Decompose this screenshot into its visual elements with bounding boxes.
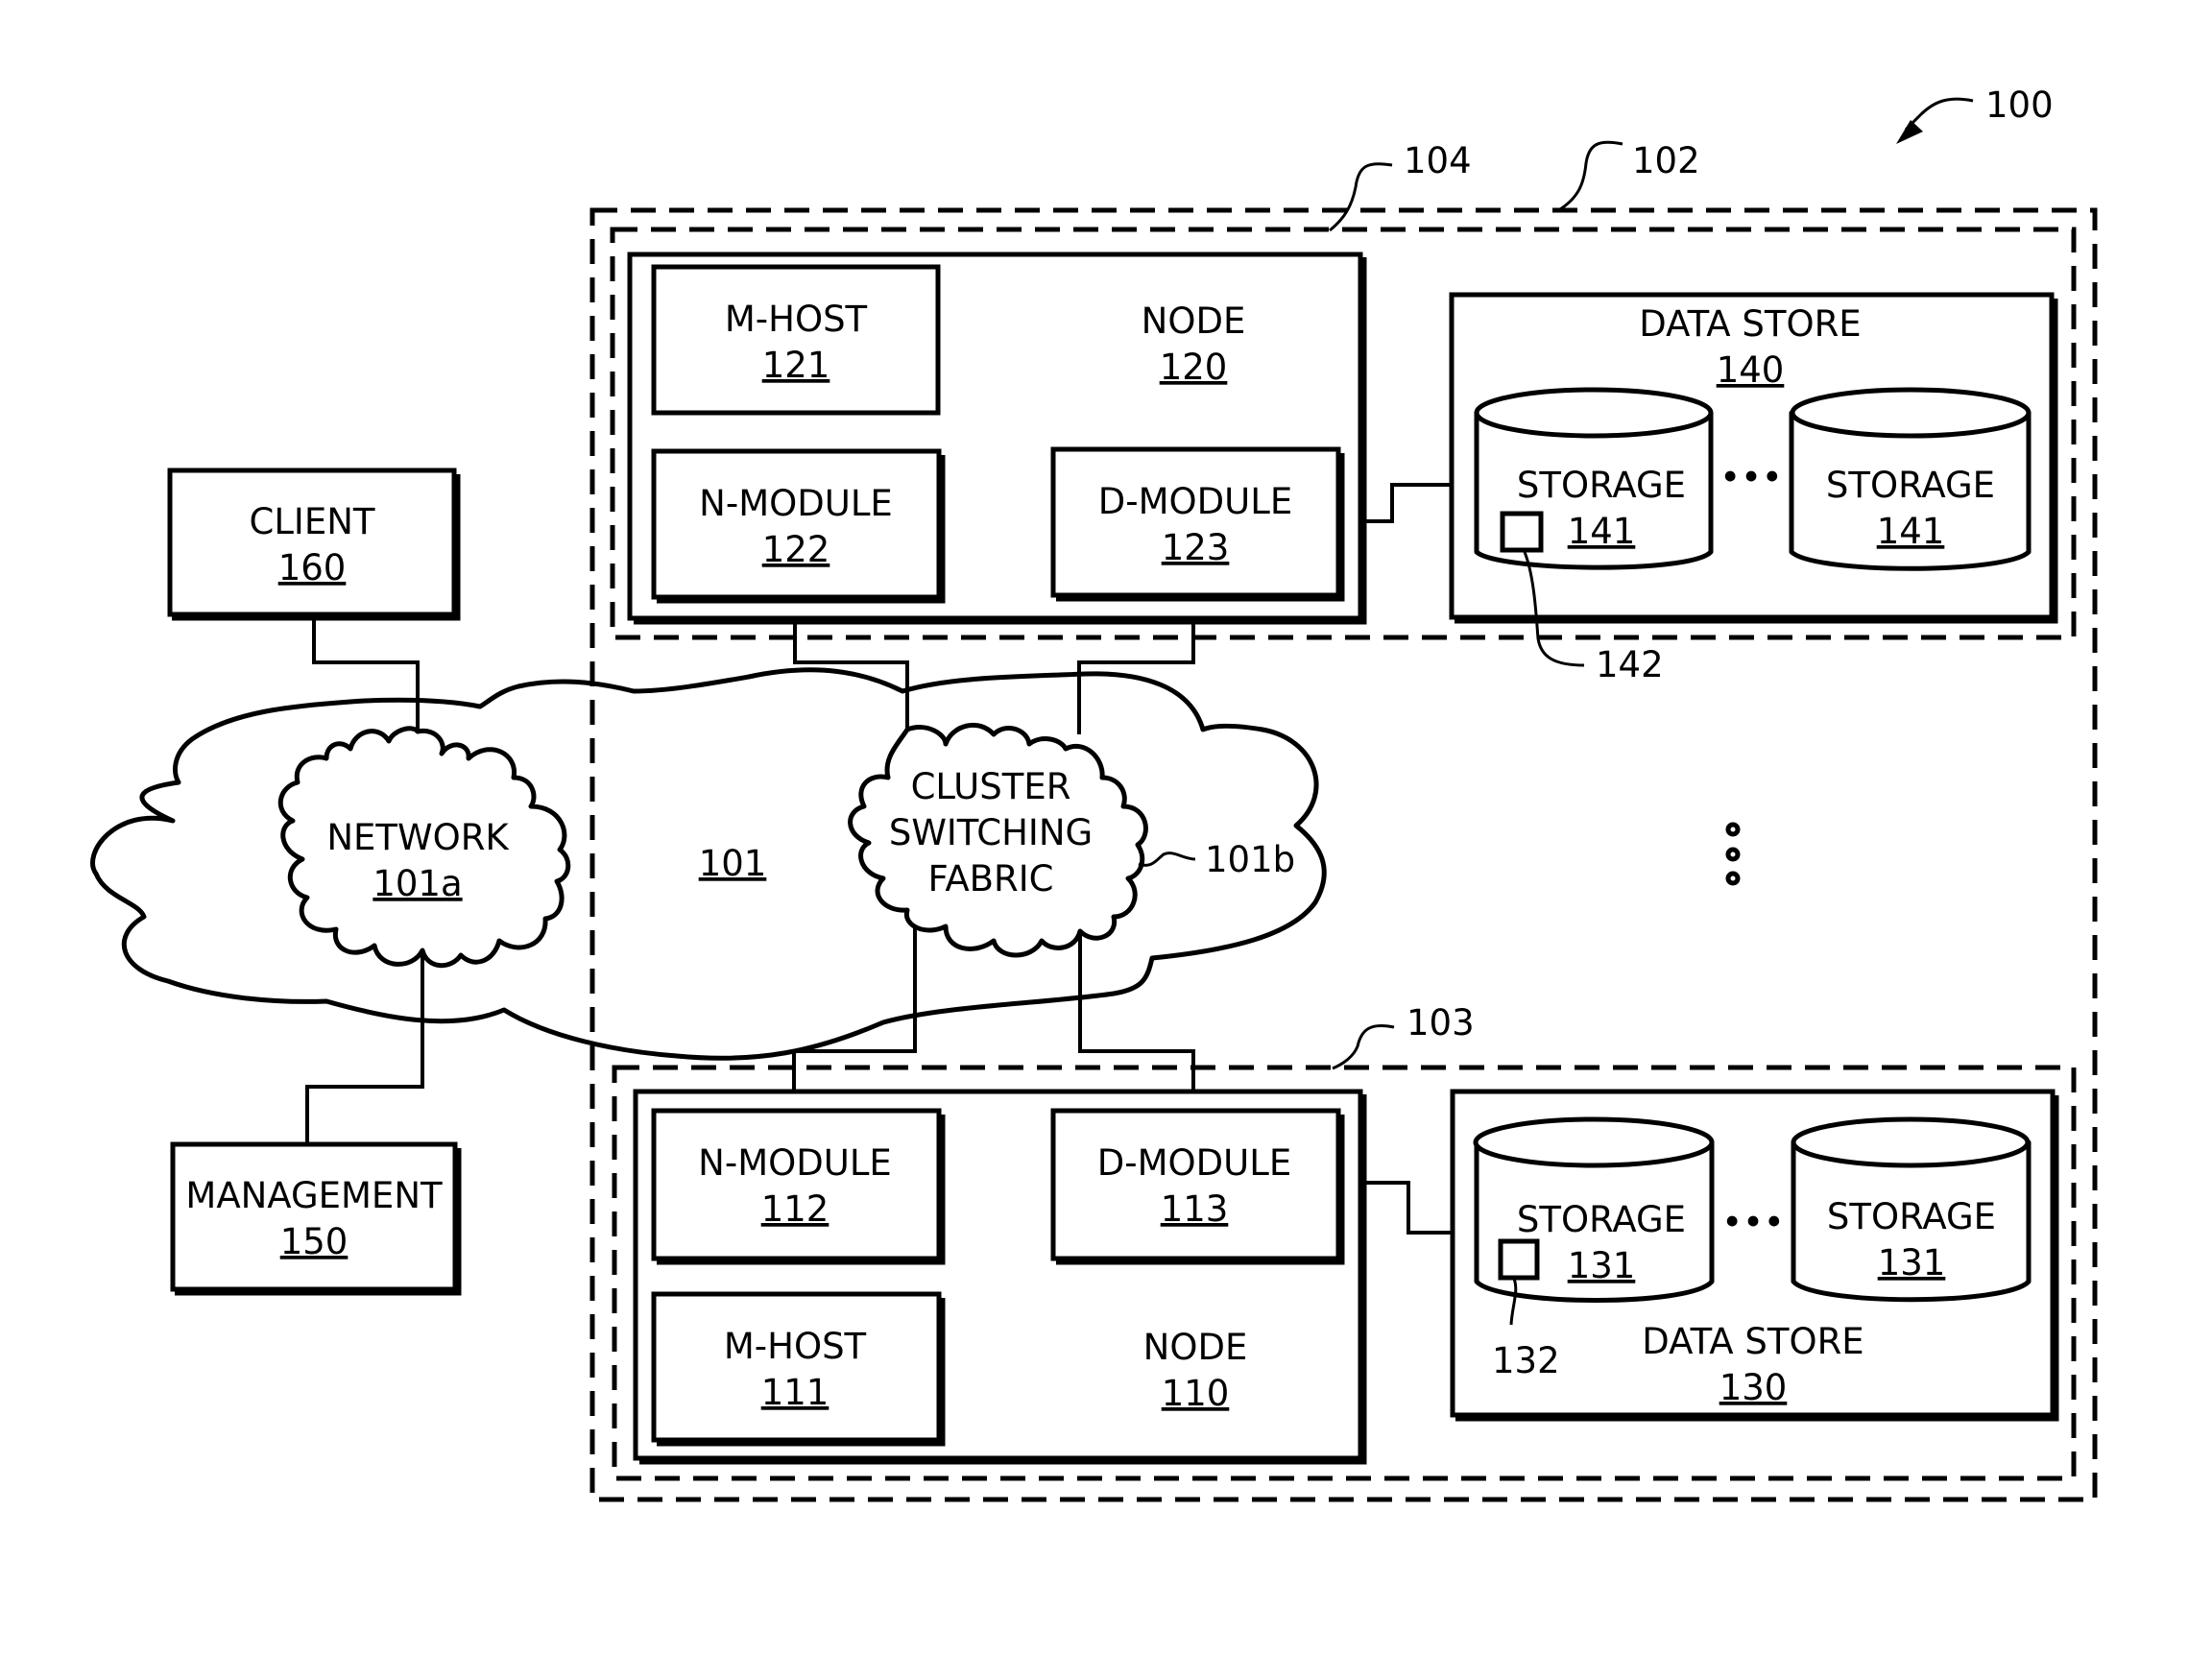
management-box	[170, 1141, 458, 1292]
leader-line	[1329, 162, 1393, 232]
mhost-label: M-HOST	[724, 1326, 867, 1367]
fabric-label-line-3: FABRIC	[927, 858, 1053, 899]
ref-label: 101b	[1205, 839, 1295, 880]
fabric-label-line-1: CLUSTER	[911, 766, 1071, 807]
leader-line	[1332, 1023, 1395, 1070]
storage-131-a[interactable]: STORAGE 131	[1473, 1116, 1715, 1303]
node-120[interactable]: NODE 120 M-HOST 121 N-MODULE 122 D-MODUL…	[627, 252, 1367, 625]
nmodule-label: N-MODULE	[699, 483, 893, 524]
node-ref: 120	[1160, 347, 1228, 388]
nmodule-122[interactable]: N-MODULE 122	[651, 448, 946, 604]
ref-label: 103	[1407, 1002, 1475, 1043]
fabric-label-line-2: SWITCHING	[889, 812, 1093, 853]
storage-ref: 131	[1878, 1242, 1946, 1283]
cylinder-top	[1790, 387, 2032, 439]
storage-label: STORAGE	[1517, 465, 1686, 506]
ref-label: 132	[1492, 1340, 1560, 1381]
client-label: CLIENT	[249, 501, 374, 542]
cluster-storage-diagram: 100 102 104 103 NETWORK 101a 101 CLUSTER…	[90, 84, 2098, 1502]
client-ref: 160	[278, 547, 347, 588]
storage-ref: 141	[1877, 511, 1945, 552]
datastore-ref: 140	[1717, 349, 1785, 391]
mhost-ref: 121	[762, 345, 830, 386]
node-ref: 110	[1162, 1373, 1230, 1414]
figure-ref-100: 100	[1896, 84, 2054, 144]
storage-ellipsis: •••	[1719, 457, 1782, 498]
mhost-label: M-HOST	[725, 299, 868, 340]
storage-element-132[interactable]	[1498, 1238, 1540, 1281]
mhost-111[interactable]: M-HOST 111	[651, 1291, 946, 1447]
management-150[interactable]: MANAGEMENT 150	[170, 1141, 462, 1296]
node-label: NODE	[1142, 300, 1246, 342]
nmodule-ref: 122	[762, 529, 830, 570]
datastore-label: DATA STORE	[1639, 303, 1861, 345]
node-label: NODE	[1143, 1327, 1248, 1368]
cylinder-top	[1473, 1116, 1715, 1168]
dmodule-ref: 113	[1161, 1188, 1229, 1230]
client-160[interactable]: CLIENT 160	[167, 468, 461, 621]
storage-141-b[interactable]: STORAGE 141	[1789, 387, 2032, 571]
storage-element-142[interactable]	[1500, 511, 1544, 553]
storage-ellipsis: •••	[1721, 1202, 1784, 1243]
mhost-box	[651, 264, 941, 416]
nmodule-label: N-MODULE	[698, 1142, 892, 1184]
cylinder-top	[1791, 1116, 2031, 1168]
dmodule-label: D-MODULE	[1097, 1142, 1291, 1184]
ellipsis-dot	[1725, 871, 1741, 886]
nmodule-box	[651, 1108, 942, 1261]
cylinder-top	[1474, 387, 1714, 439]
datastore-label: DATA STORE	[1642, 1321, 1863, 1362]
ref-label: 104	[1404, 140, 1472, 181]
network-label: NETWORK	[326, 817, 510, 858]
storage-label: STORAGE	[1517, 1199, 1686, 1240]
cluster-ref-102: 102	[1559, 140, 1700, 211]
dmodule-box	[1050, 1108, 1341, 1261]
management-label: MANAGEMENT	[185, 1175, 443, 1216]
datastore-ref: 130	[1719, 1367, 1788, 1408]
ref-label: 102	[1632, 140, 1700, 181]
group-ref-103: 103	[1332, 1002, 1475, 1070]
figure-ref-label: 100	[1985, 84, 2054, 126]
management-ref: 150	[280, 1221, 349, 1262]
group-ref-104: 104	[1329, 140, 1472, 232]
leader-line	[1559, 140, 1623, 211]
mhost-121[interactable]: M-HOST 121	[651, 264, 941, 416]
storage-label: STORAGE	[1827, 1196, 1996, 1237]
interconnect-ref: 101	[699, 843, 767, 884]
more-nodes-ellipsis	[1725, 822, 1741, 886]
nmodule-ref: 112	[761, 1188, 830, 1230]
arrowhead-icon	[1896, 120, 1923, 144]
network-ref: 101a	[373, 863, 462, 904]
storage-141-a[interactable]: STORAGE 141	[1474, 387, 1714, 570]
storage-ref: 131	[1568, 1245, 1636, 1286]
nmodule-112[interactable]: N-MODULE 112	[651, 1108, 946, 1265]
dmodule-123[interactable]: D-MODULE 123	[1050, 446, 1345, 602]
dmodule-label: D-MODULE	[1098, 481, 1292, 522]
ellipsis-dot	[1725, 822, 1741, 837]
mhost-ref: 111	[761, 1372, 830, 1413]
ellipsis-dot	[1725, 847, 1741, 862]
dmodule-box	[1050, 446, 1341, 598]
node-110[interactable]: NODE 110 N-MODULE 112 D-MODULE 113 M-HOS…	[633, 1089, 1367, 1465]
client-box	[167, 468, 457, 617]
dmodule-113[interactable]: D-MODULE 113	[1050, 1108, 1345, 1265]
nmodule-box	[651, 448, 942, 600]
mhost-box	[651, 1291, 942, 1443]
datastore-140[interactable]: DATA STORE 140 STORAGE 141 ••• STORAGE 1…	[1449, 292, 2058, 624]
storage-label: STORAGE	[1826, 465, 1995, 506]
ref-label: 142	[1596, 644, 1664, 685]
storage-ref: 141	[1568, 511, 1636, 552]
storage-131-b[interactable]: STORAGE 131	[1791, 1116, 2032, 1303]
dmodule-ref: 123	[1162, 527, 1230, 568]
